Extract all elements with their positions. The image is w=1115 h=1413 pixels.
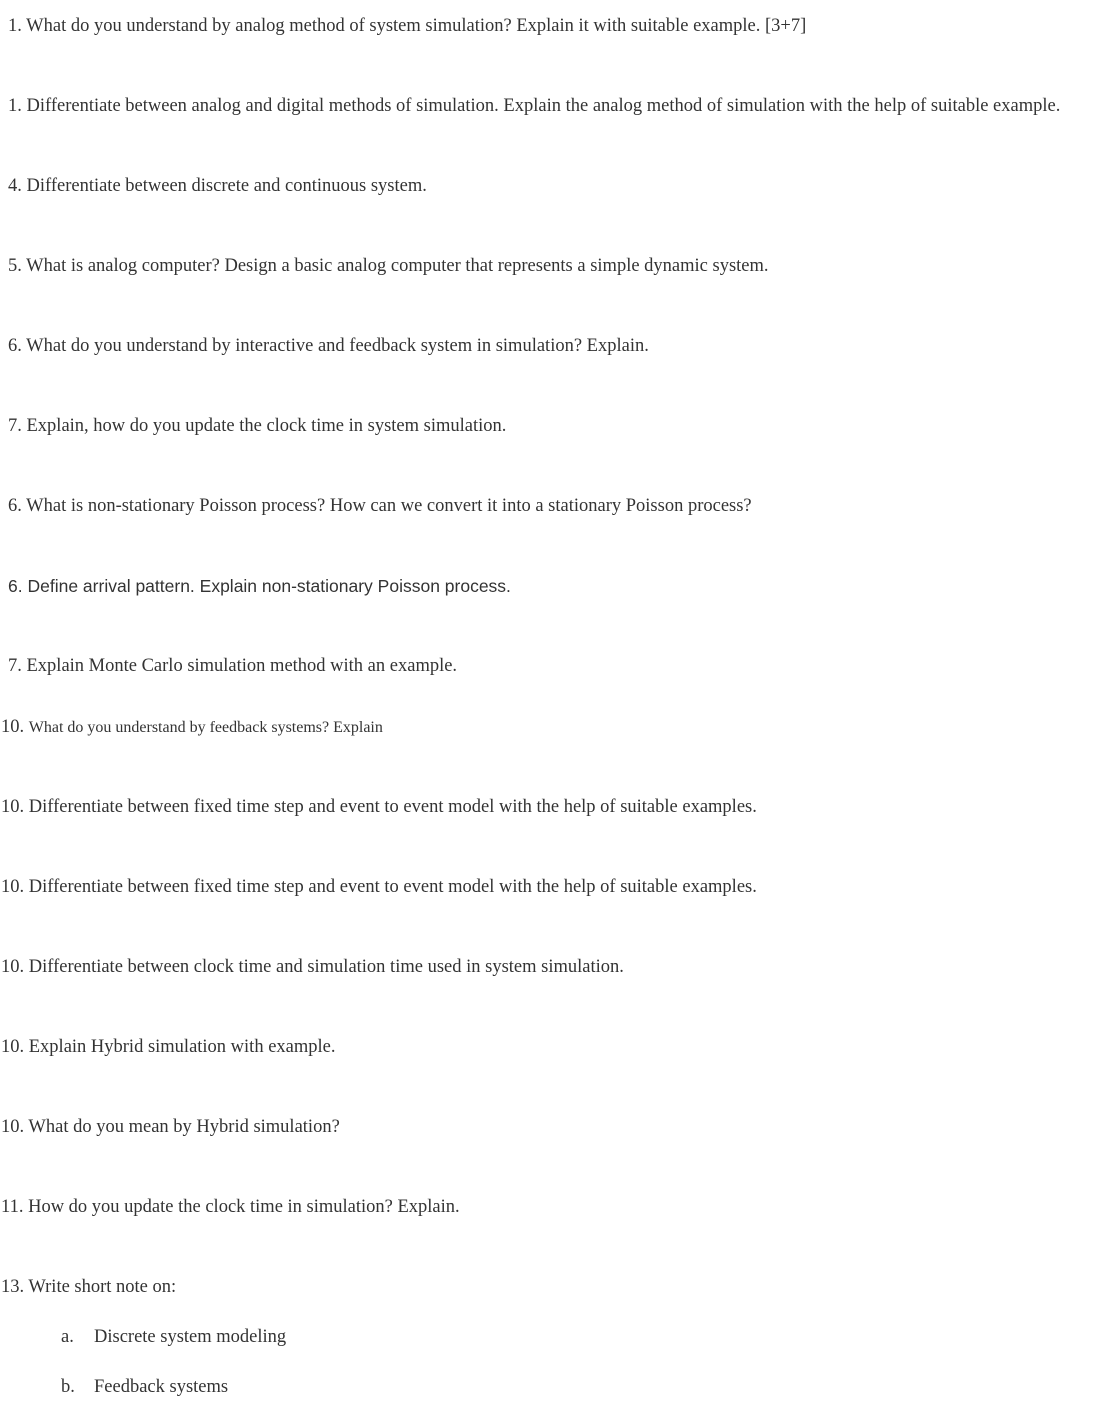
sub-list-item: a. Discrete system modeling — [61, 1322, 286, 1352]
question-number: 7. — [8, 656, 22, 676]
sub-item-letter: b. — [61, 1377, 75, 1397]
question-item: 5. What is analog computer? Design a bas… — [8, 251, 769, 281]
question-number: 10. — [1, 1037, 25, 1057]
question-text: Differentiate between analog and digital… — [26, 96, 1061, 116]
question-text: What do you understand by feedback syste… — [28, 719, 383, 736]
question-item: 6. What is non-stationary Poisson proces… — [8, 491, 752, 521]
question-number: 10. — [1, 797, 25, 817]
question-item: 10. What do you understand by feedback s… — [1, 712, 383, 743]
question-number: 10. — [1, 717, 25, 737]
question-text: Explain, how do you update the clock tim… — [26, 416, 507, 436]
sub-list-item: b. Feedback systems — [61, 1372, 228, 1402]
question-number: 10. — [1, 957, 25, 977]
question-number: 6. — [8, 576, 23, 596]
question-text: What do you understand by interactive an… — [26, 336, 649, 356]
question-text: Define arrival pattern. Explain non-stat… — [27, 576, 511, 596]
question-text: What is analog computer? Design a basic … — [26, 256, 769, 276]
question-text: Write short note on: — [28, 1277, 177, 1297]
question-item: 7. Explain, how do you update the clock … — [8, 411, 506, 441]
question-number: 1. — [8, 16, 22, 36]
question-number: 7. — [8, 416, 22, 436]
question-text: What do you understand by analog method … — [26, 16, 807, 36]
question-text: Differentiate between discrete and conti… — [26, 176, 427, 196]
question-item: 10. Differentiate between fixed time ste… — [1, 792, 757, 822]
question-number: 10. — [1, 877, 25, 897]
question-item: 10. Differentiate between clock time and… — [1, 952, 624, 982]
sub-item-letter: a. — [61, 1327, 74, 1347]
question-text: Explain Hybrid simulation with example. — [28, 1037, 336, 1057]
question-number: 13. — [1, 1277, 25, 1297]
question-item: 1. Differentiate between analog and digi… — [8, 91, 1093, 121]
question-number: 1. — [8, 96, 22, 116]
question-text: Differentiate between clock time and sim… — [28, 957, 624, 977]
question-number: 11. — [1, 1197, 24, 1217]
sub-item-text: Feedback systems — [94, 1377, 229, 1397]
question-text: Differentiate between fixed time step an… — [28, 797, 757, 817]
question-item: 4. Differentiate between discrete and co… — [8, 171, 427, 201]
question-item: 10. What do you mean by Hybrid simulatio… — [1, 1112, 340, 1142]
question-item: 13. Write short note on: — [1, 1272, 176, 1302]
question-item: 7. Explain Monte Carlo simulation method… — [8, 651, 457, 681]
question-number: 4. — [8, 176, 22, 196]
sub-item-text: Discrete system modeling — [94, 1327, 287, 1347]
question-item: 1. What do you understand by analog meth… — [8, 11, 806, 41]
question-text: Explain Monte Carlo simulation method wi… — [26, 656, 458, 676]
question-item: 6. What do you understand by interactive… — [8, 331, 649, 361]
question-number: 5. — [8, 256, 22, 276]
question-number: 10. — [1, 1117, 25, 1137]
question-item: 6. Define arrival pattern. Explain non-s… — [8, 571, 511, 601]
question-item: 10. Differentiate between fixed time ste… — [1, 872, 757, 902]
question-item: 10. Explain Hybrid simulation with examp… — [1, 1032, 336, 1062]
question-text: How do you update the clock time in simu… — [28, 1197, 460, 1217]
question-text: What is non-stationary Poisson process? … — [26, 496, 752, 516]
question-text: What do you mean by Hybrid simulation? — [28, 1117, 340, 1137]
question-number: 6. — [8, 496, 22, 516]
question-number: 6. — [8, 336, 22, 356]
question-item: 11. How do you update the clock time in … — [1, 1192, 460, 1222]
question-text: Differentiate between fixed time step an… — [28, 877, 757, 897]
